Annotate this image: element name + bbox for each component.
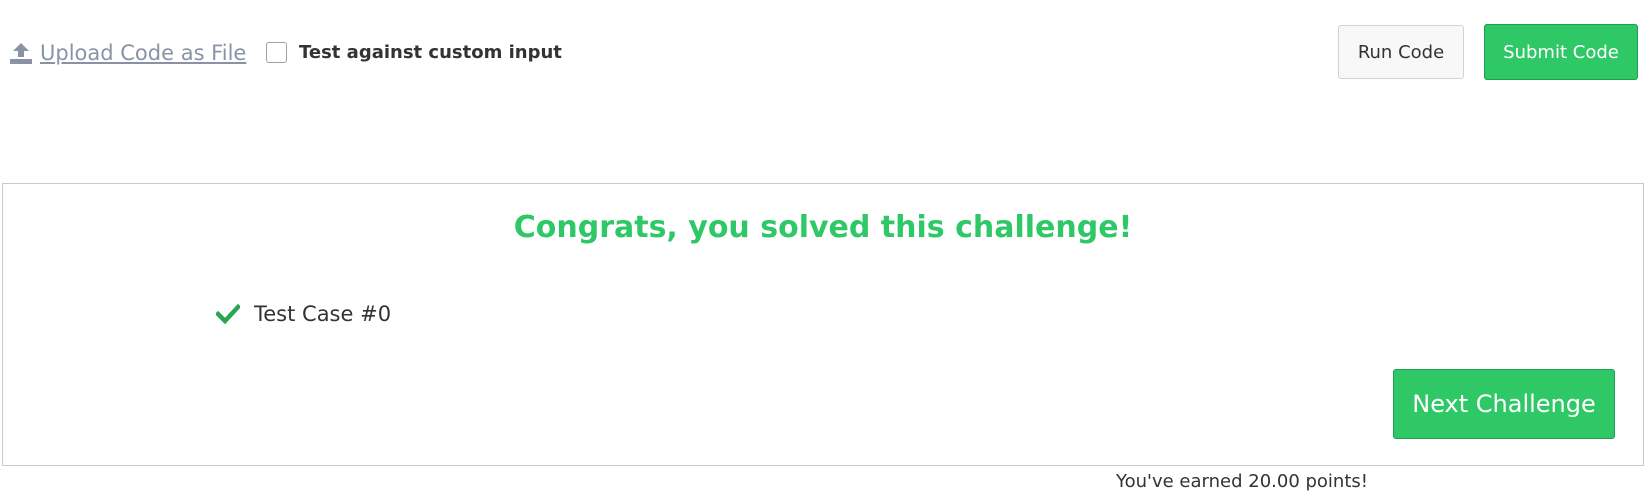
submit-code-button[interactable]: Submit Code — [1484, 24, 1638, 80]
upload-icon — [10, 43, 32, 64]
custom-input-toggle[interactable]: Test against custom input — [266, 42, 562, 63]
upload-code-link[interactable]: Upload Code as File — [8, 40, 246, 66]
testcase-label: Test Case #0 — [254, 302, 392, 326]
congrats-message: Congrats, you solved this challenge! — [513, 210, 1133, 245]
run-code-button[interactable]: Run Code — [1338, 25, 1464, 79]
editor-toolbar: Upload Code as File Test against custom … — [0, 0, 1646, 110]
result-panel: Congrats, you solved this challenge! Tes… — [2, 183, 1644, 466]
points-earned-text: You've earned 20.00 points! — [1116, 471, 1368, 492]
checkmark-icon — [216, 304, 240, 324]
testcase-item[interactable]: Test Case #0 — [216, 302, 391, 326]
upload-code-label[interactable]: Upload Code as File — [40, 41, 246, 65]
custom-input-label: Test against custom input — [299, 42, 562, 63]
custom-input-checkbox[interactable] — [266, 42, 287, 63]
next-challenge-button[interactable]: Next Challenge — [1393, 369, 1615, 439]
